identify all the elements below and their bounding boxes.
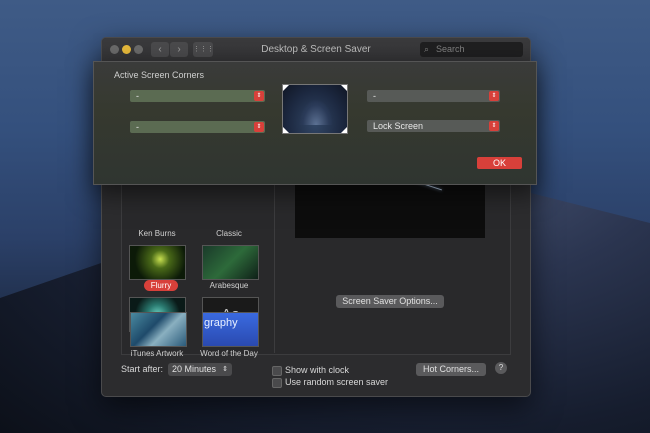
select-value: - bbox=[136, 122, 139, 132]
help-button[interactable]: ? bbox=[495, 362, 507, 374]
select-value: - bbox=[373, 91, 376, 101]
show-with-clock-label: Show with clock bbox=[285, 365, 350, 375]
start-after-popup[interactable]: 20 Minutes ⇕ bbox=[168, 363, 232, 376]
corner-marker bbox=[341, 85, 347, 91]
updown-arrows-icon: ⇕ bbox=[489, 121, 499, 131]
random-screensaver-checkbox[interactable] bbox=[272, 378, 282, 388]
start-after-value: 20 Minutes bbox=[172, 364, 217, 374]
corner-marker bbox=[283, 127, 289, 133]
itunes-artwork-thumb[interactable] bbox=[130, 312, 187, 347]
bottom-left-corner-select[interactable]: - ⇕ bbox=[130, 121, 265, 133]
top-left-corner-select[interactable]: - ⇕ bbox=[130, 90, 265, 102]
top-right-corner-select[interactable]: - ⇕ bbox=[367, 90, 500, 102]
dialog-title: Active Screen Corners bbox=[114, 70, 205, 80]
word-thumb-text: graphy bbox=[204, 317, 238, 329]
active-screen-corners-dialog: Active Screen Corners - ⇕ - ⇕ - ⇕ Lock S… bbox=[93, 61, 537, 185]
flurry-thumb[interactable] bbox=[129, 245, 186, 280]
hot-corners-button[interactable]: Hot Corners... bbox=[416, 363, 486, 376]
ok-button[interactable]: OK bbox=[477, 157, 522, 169]
select-value: Lock Screen bbox=[373, 121, 424, 131]
corner-marker bbox=[341, 127, 347, 133]
mountain-shape bbox=[299, 99, 333, 125]
title-bar: ‹ › ⋮⋮⋮ Desktop & Screen Saver ⌕ Search bbox=[102, 38, 530, 63]
updown-arrows-icon: ⇕ bbox=[254, 91, 264, 101]
updown-arrows-icon: ⇕ bbox=[489, 91, 499, 101]
screen-saver-options-button[interactable]: Screen Saver Options... bbox=[336, 295, 444, 308]
random-screensaver-label: Use random screen saver bbox=[285, 377, 389, 387]
saver-label: Arabesque bbox=[209, 281, 249, 290]
select-value: - bbox=[136, 91, 139, 101]
saver-label: Ken Burns bbox=[138, 229, 176, 238]
saver-label: Word of the Day bbox=[200, 349, 258, 358]
show-with-clock-checkbox[interactable] bbox=[272, 366, 282, 376]
start-after-label: Start after: bbox=[121, 364, 164, 374]
updown-arrows-icon: ⇕ bbox=[222, 366, 228, 373]
arabesque-thumb[interactable] bbox=[202, 245, 259, 280]
word-of-the-day-thumb[interactable]: graphy bbox=[202, 312, 259, 347]
updown-arrows-icon: ⇕ bbox=[254, 122, 264, 132]
bottom-right-corner-select[interactable]: Lock Screen ⇕ bbox=[367, 120, 500, 132]
search-field[interactable]: ⌕ Search bbox=[420, 42, 523, 57]
saver-label: Classic bbox=[216, 229, 242, 238]
selected-saver-pill: Flurry bbox=[144, 280, 178, 291]
search-icon: ⌕ bbox=[424, 44, 430, 54]
corners-preview-image bbox=[282, 84, 348, 134]
corner-marker bbox=[283, 85, 289, 91]
screensaver-preview bbox=[295, 174, 485, 238]
saver-label: iTunes Artwork bbox=[130, 349, 184, 358]
search-placeholder: Search bbox=[436, 44, 465, 54]
